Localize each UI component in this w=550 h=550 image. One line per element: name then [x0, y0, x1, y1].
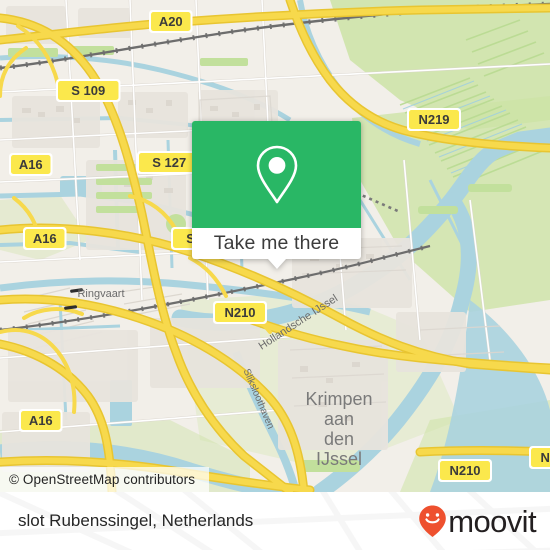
road-shield: N210: [438, 459, 492, 482]
card-pointer-triangle: [267, 259, 286, 269]
road-shield: N219: [407, 108, 461, 131]
moovit-wordmark: moovit: [448, 503, 536, 539]
road-shield-label: A16: [29, 413, 53, 428]
road-shield-label: N210: [449, 463, 480, 478]
road-shield: N210: [529, 446, 550, 469]
road-shield-label: S 127: [152, 155, 186, 170]
road-shield: N210: [213, 301, 267, 324]
place-label-line: aan: [324, 409, 354, 429]
card-action-area[interactable]: Take me there: [192, 228, 361, 259]
road-shield-label: A20: [159, 14, 183, 29]
take-me-there-card[interactable]: Take me there: [192, 121, 361, 269]
road-shield-label: S 109: [71, 83, 105, 98]
road-shield-label: N210: [540, 450, 550, 465]
osm-attribution[interactable]: © OpenStreetMap contributors: [0, 467, 210, 492]
road-shield-label: A16: [33, 231, 57, 246]
road-shield-label: A16: [19, 157, 43, 172]
road-shield: A16: [23, 227, 67, 250]
footer-bar: slot Rubenssingel, Netherlands moovit: [0, 492, 550, 550]
place-label-line: IJssel: [316, 449, 362, 469]
map-label: Ringvaart: [77, 288, 124, 300]
road-shield: A20: [149, 10, 193, 33]
place-name-label: slot Rubenssingel, Netherlands: [18, 511, 254, 530]
road-shield: S 109: [56, 79, 121, 102]
moovit-map-screenshot: Ringvaart Hollandsche IJssel Sliksloothave…: [0, 0, 550, 550]
card-icon-area: [192, 121, 361, 228]
road-shield-label: N210: [224, 305, 255, 320]
place-label-line: Krimpen: [305, 389, 372, 409]
moovit-logo[interactable]: moovit: [418, 503, 537, 539]
location-pin-icon: [256, 145, 297, 203]
moovit-pin-icon: [419, 505, 447, 537]
road-shield: A16: [9, 153, 53, 176]
road-shield-label: N219: [418, 112, 449, 127]
road-shield: A16: [19, 409, 63, 432]
osm-attribution-text: © OpenStreetMap contributors: [9, 472, 196, 487]
take-me-there-label: Take me there: [213, 232, 340, 254]
place-label-line: den: [324, 429, 354, 449]
